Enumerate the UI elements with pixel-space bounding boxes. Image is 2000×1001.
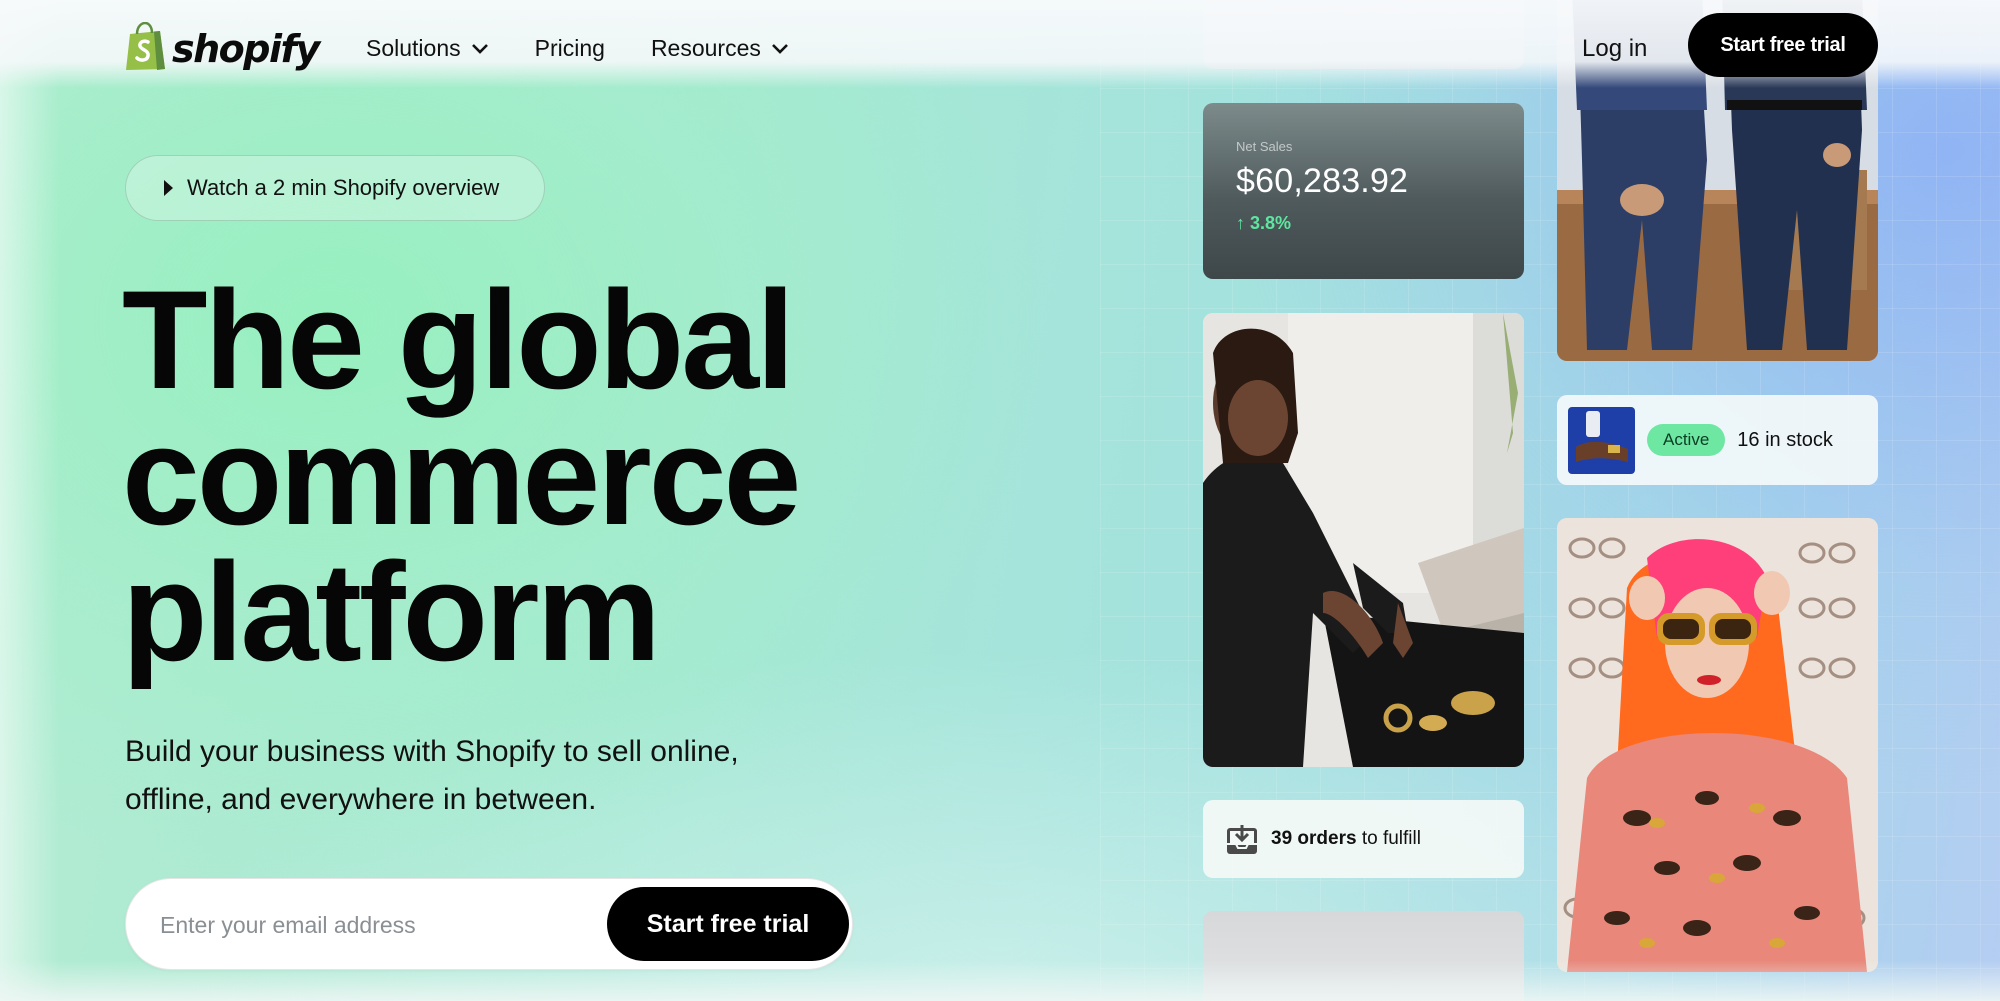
nav-resources-label: Resources <box>650 35 761 61</box>
net-sales-card: Net Sales $60,283.92 ↑ 3.8% <box>1203 103 1524 279</box>
orders-to-fulfill-card: 39 orders to fulfill <box>1203 800 1524 878</box>
headline-line-1: The global <box>122 261 795 418</box>
subtitle-line-2: offline, and everywhere in between. <box>125 783 597 816</box>
play-icon <box>164 180 173 196</box>
nav-solutions[interactable]: Solutions <box>366 35 489 62</box>
hero-headline: The global commerce platform <box>122 261 942 690</box>
watch-overview-button[interactable]: Watch a 2 min Shopify overview <box>125 155 545 221</box>
left-fade <box>0 0 60 1001</box>
subtitle-line-1: Build your business with Shopify to sell… <box>125 735 739 768</box>
headline-line-2: commerce <box>122 397 801 554</box>
nav-resources[interactable]: Resources <box>651 35 789 62</box>
net-sales-value: $60,283.92 <box>1236 162 1409 200</box>
shopping-bag-icon <box>126 22 165 70</box>
orders-count: 39 orders <box>1271 828 1357 849</box>
login-link[interactable]: Log in <box>1582 35 1647 63</box>
merchant-sunglasses-photo <box>1557 518 1878 972</box>
inventory-status-card: Active 16 in stock <box>1557 395 1878 485</box>
chevron-down-icon <box>771 43 788 54</box>
hero-subtitle: Build your business with Shopify to sell… <box>125 728 825 824</box>
net-sales-change: ↑ 3.8% <box>1236 213 1292 233</box>
orders-suffix: to fulfill <box>1361 828 1421 849</box>
merchant-jewelry-photo <box>1203 313 1524 767</box>
nav-pricing[interactable]: Pricing <box>535 35 605 62</box>
headline-line-3: platform <box>122 533 661 690</box>
site-header: shopify Solutions Pricing Resources Log … <box>0 0 2000 88</box>
email-input[interactable] <box>160 901 580 949</box>
net-sales-label: Net Sales <box>1236 139 1293 154</box>
header-start-trial-button[interactable]: Start free trial <box>1688 13 1878 77</box>
hero-start-trial-button[interactable]: Start free trial <box>607 887 849 961</box>
nav-pricing-label: Pricing <box>534 35 605 61</box>
main-nav: Solutions Pricing Resources <box>366 35 789 62</box>
product-thumbnail <box>1568 406 1635 474</box>
nav-solutions-label: Solutions <box>366 35 461 61</box>
stock-count: 16 in stock <box>1737 428 1833 451</box>
logo-wordmark: shopify <box>172 27 320 71</box>
shopify-logo[interactable]: shopify <box>124 22 320 72</box>
email-signup-form: Start free trial <box>125 878 853 970</box>
status-badge: Active <box>1647 424 1726 456</box>
inbox-download-icon <box>1227 825 1257 854</box>
chevron-down-icon <box>471 43 488 54</box>
watch-overview-label: Watch a 2 min Shopify overview <box>187 175 500 200</box>
